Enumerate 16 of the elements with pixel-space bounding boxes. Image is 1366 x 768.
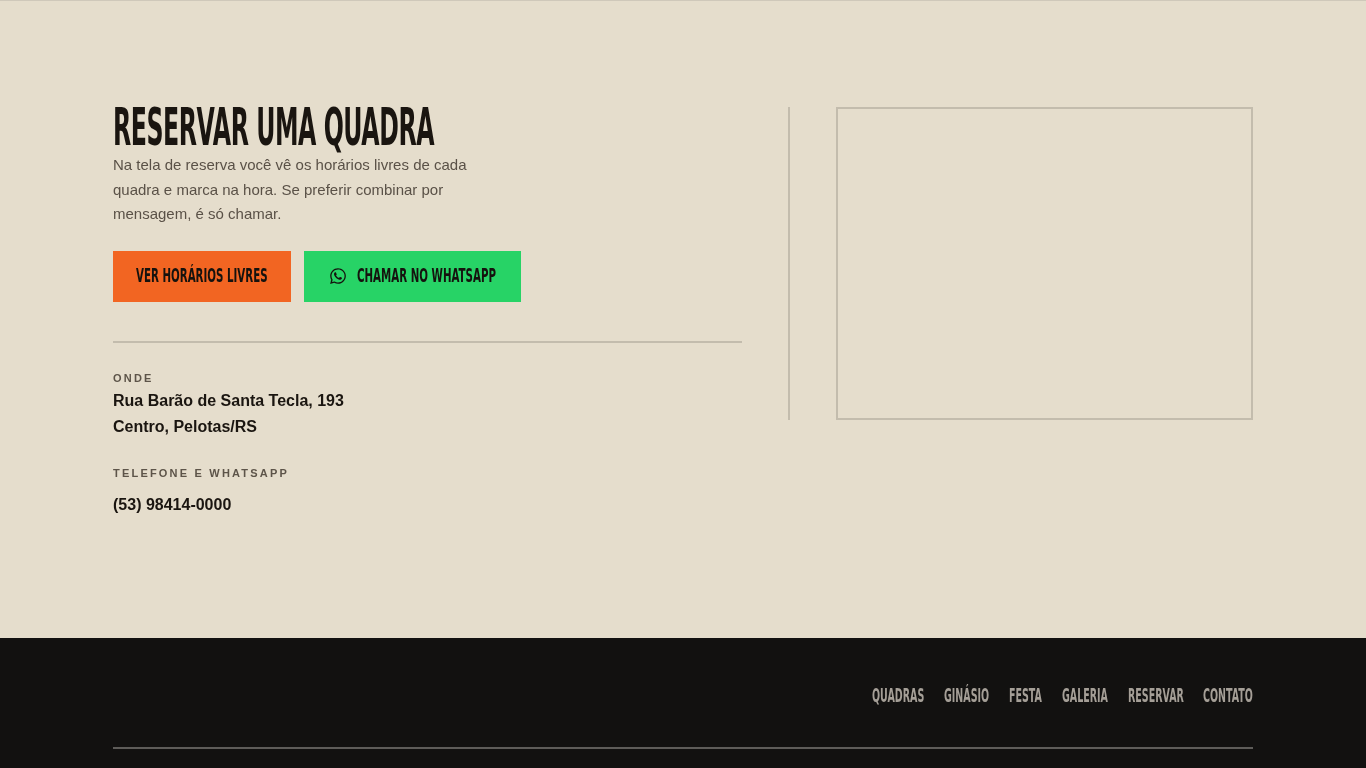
schedule-button[interactable]: VER HORÁRIOS LIVRES [113, 250, 292, 302]
detail-label: ONDE [113, 371, 154, 384]
detail-label: TELEFONE E WHATSAPP [113, 466, 290, 479]
chat-button[interactable]: CHAMAR NO WHATSAPP [304, 250, 521, 302]
footer-nav-link[interactable]: GALERIA [1061, 685, 1108, 707]
section-title: RESERVAR UMA QUADRA [113, 101, 434, 153]
detail-value: Centro, Pelotas/RS [113, 416, 258, 437]
footer-nav-link[interactable]: RESERVAR [1127, 685, 1184, 707]
detail-value: (53) 98414-0000 [113, 494, 232, 515]
footer-nav-link[interactable]: FESTA [1008, 685, 1042, 707]
footer-nav-link[interactable]: GINÁSIO [943, 685, 989, 707]
footer-nav-link[interactable]: QUADRAS [871, 685, 924, 707]
detail-value: Rua Barão de Santa Tecla, 193 [113, 390, 344, 411]
description-text: Na tela de reserva você vê os horários livres de cada quadra e marca na hora. Se preferir combinar por mensagem, é só chamar. [113, 155, 468, 224]
footer-nav-link[interactable]: CONTATO [1203, 685, 1253, 707]
chat-phone-icon [329, 267, 348, 285]
